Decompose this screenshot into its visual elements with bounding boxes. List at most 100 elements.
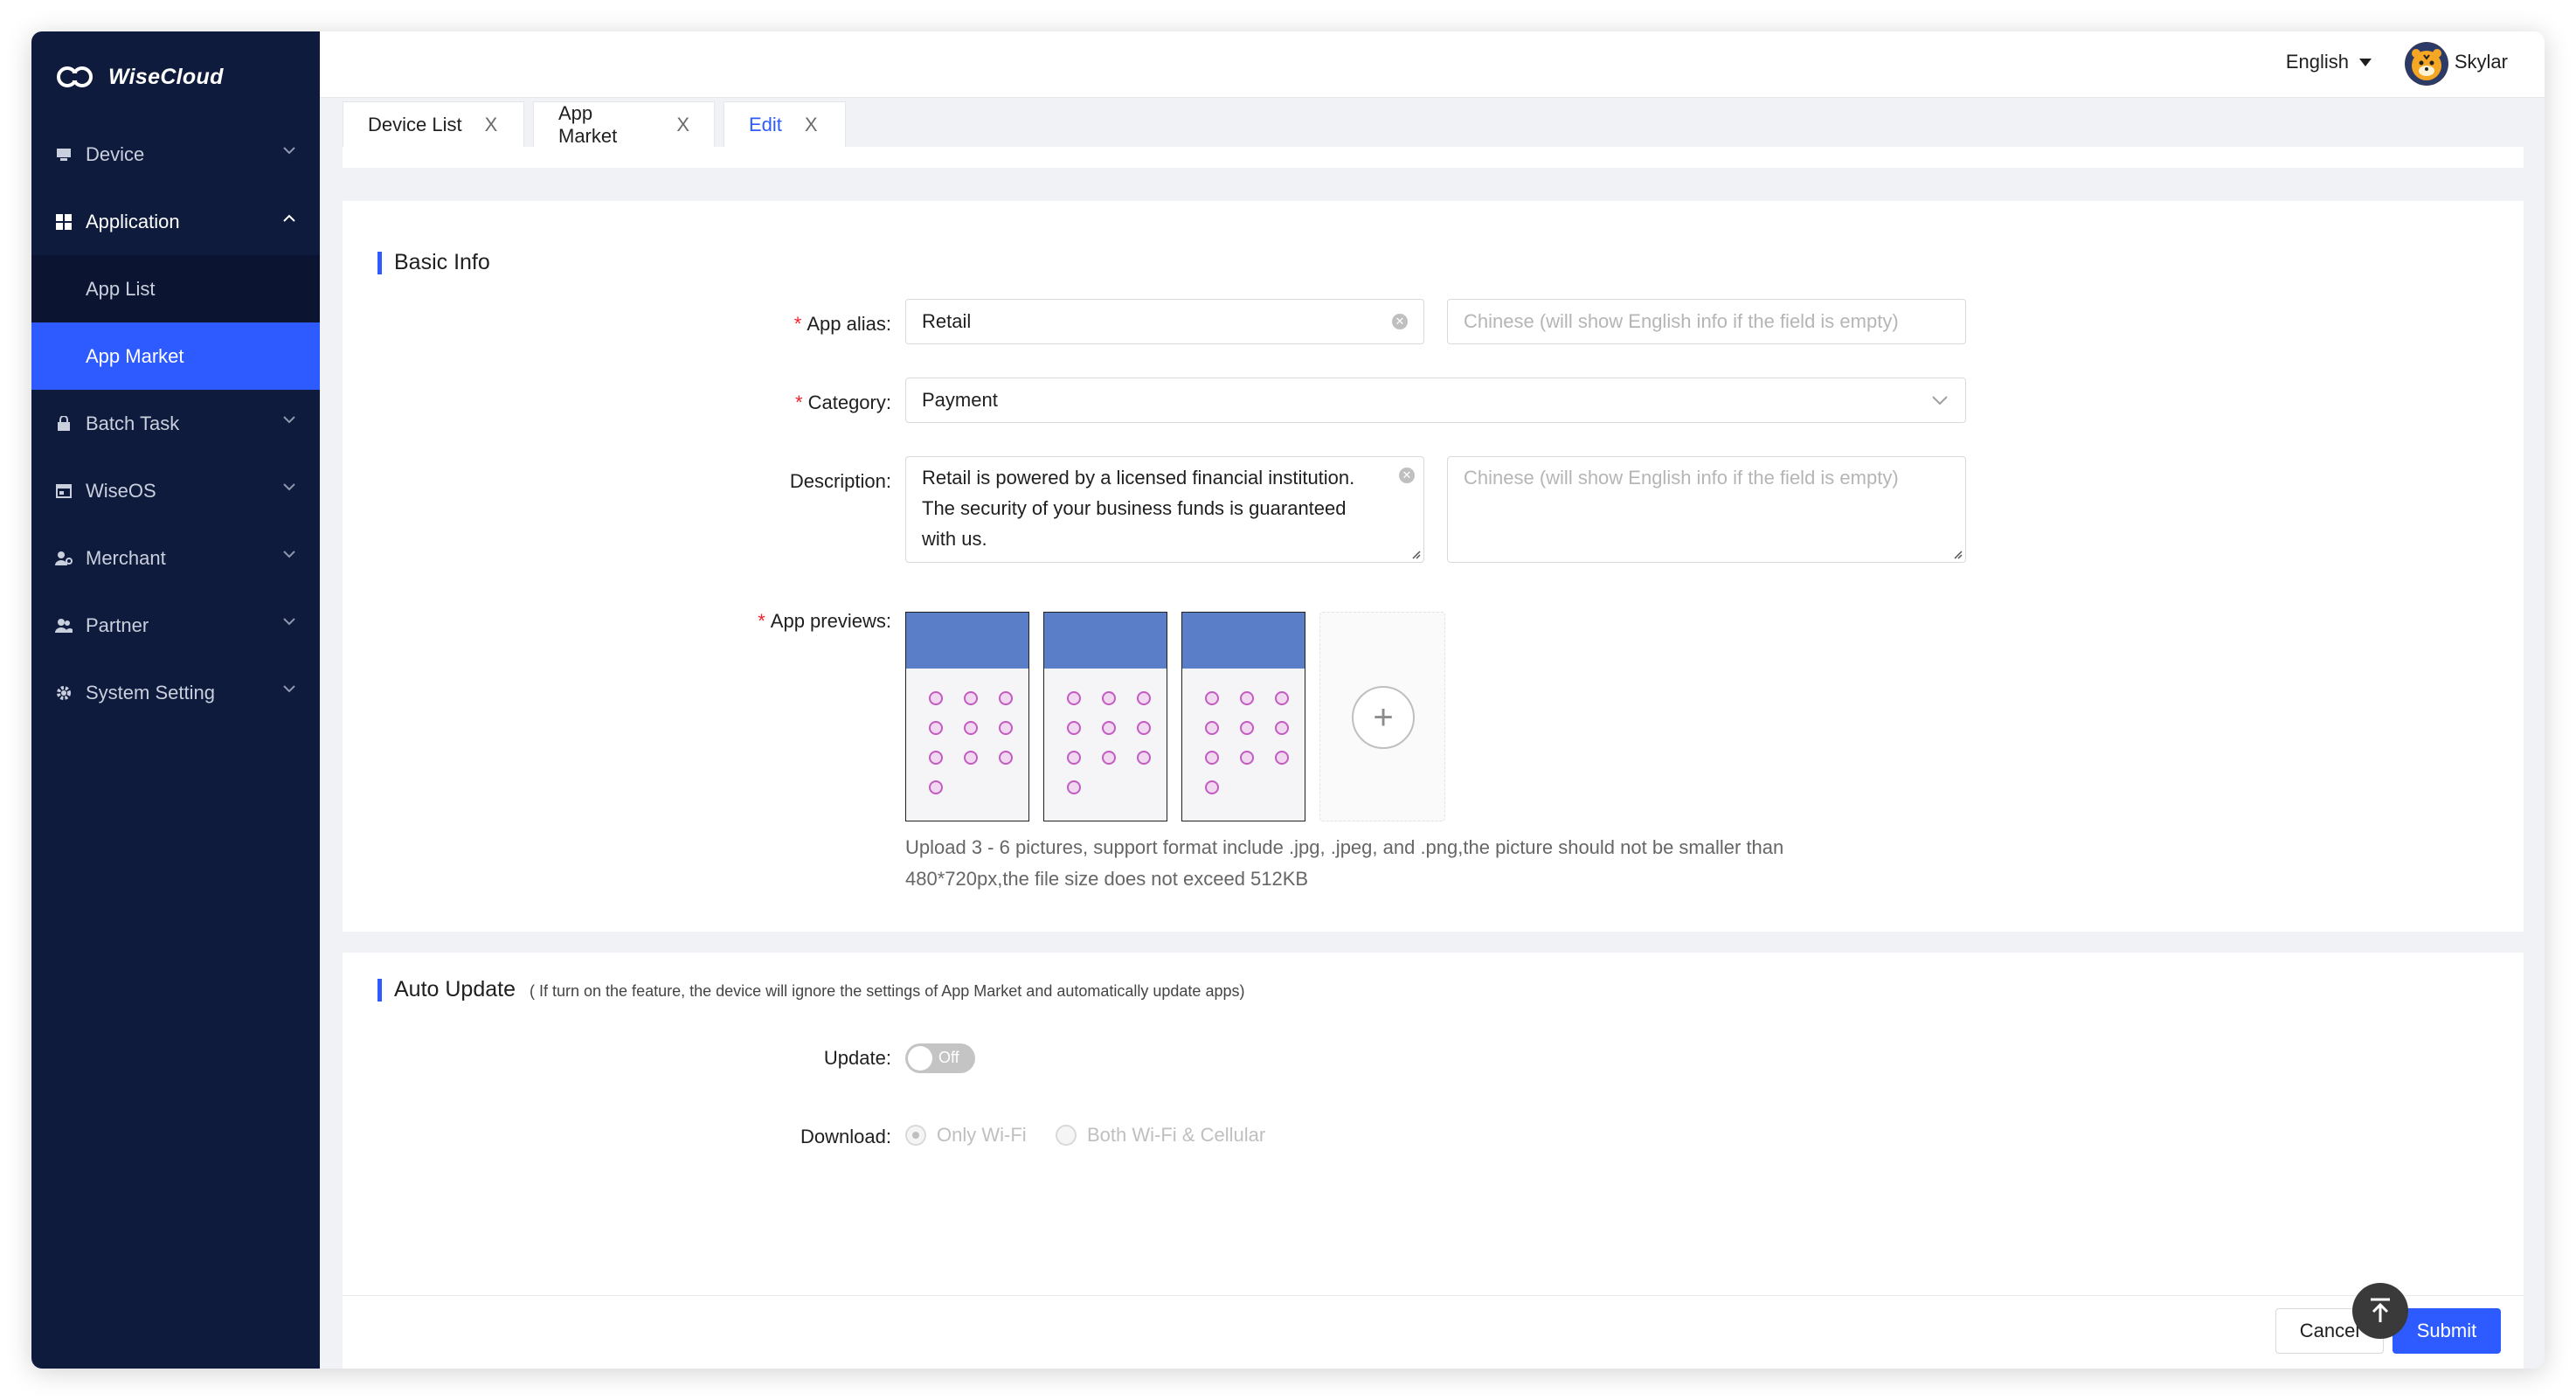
app-alias-input[interactable]: Retail ✕: [905, 299, 1424, 344]
preview-app-icon: [964, 691, 978, 705]
close-tab-icon[interactable]: X: [805, 114, 818, 136]
app-window: WiseCloud Device Application App List Ap…: [31, 31, 2545, 1369]
input-value: Retail: [922, 310, 972, 332]
partner-icon: [54, 616, 73, 635]
preview-app-icon: [1137, 691, 1151, 705]
tab-edit[interactable]: Edit X: [724, 101, 846, 147]
preview-app-icon: [1205, 751, 1219, 765]
sidebar-item-label: Merchant: [86, 546, 166, 569]
window-icon: [54, 482, 73, 501]
chevron-down-icon: [283, 147, 295, 155]
preview-app-icon: [1275, 721, 1289, 735]
sidebar-item-label: Application: [86, 210, 180, 232]
caret-down-icon: [2359, 58, 2372, 66]
tiger-avatar-icon: [2405, 42, 2448, 86]
resize-handle-icon[interactable]: [1410, 549, 1421, 559]
clear-icon[interactable]: ✕: [1399, 468, 1415, 483]
sidebar-item-label: WiseOS: [86, 479, 156, 502]
language-label: English: [2285, 51, 2349, 73]
sidebar-item-merchant[interactable]: Merchant: [31, 524, 320, 592]
preview-app-icon: [999, 751, 1013, 765]
sidebar-item-label: System Setting: [86, 681, 215, 703]
description-line: Retail is powered by a licensed financia…: [922, 467, 1355, 489]
auto-update-toggle[interactable]: Off: [905, 1043, 975, 1073]
update-label: Update:: [823, 1047, 891, 1069]
section-title-text: Basic Info: [394, 250, 490, 274]
back-to-top-button[interactable]: [2352, 1283, 2408, 1339]
preview-app-icon: [1205, 780, 1219, 794]
arrow-up-to-top-icon: [2371, 1298, 2390, 1322]
radio-only-wifi[interactable]: Only Wi-Fi: [905, 1124, 1027, 1147]
upload-hint: Upload 3 - 6 pictures, support format in…: [905, 832, 1989, 895]
tab-device-list[interactable]: Device List X: [343, 101, 524, 147]
sidebar-item-label: Device: [86, 142, 145, 165]
sidebar-item-system-setting[interactable]: System Setting: [31, 659, 320, 726]
close-tab-icon[interactable]: X: [676, 114, 689, 136]
description-line: The security of your business funds is g…: [922, 497, 1347, 519]
sidebar-subitem-app-market[interactable]: App Market: [31, 322, 320, 390]
category-select[interactable]: Payment: [905, 378, 1966, 423]
preview-app-icon: [1067, 780, 1081, 794]
sidebar-item-device[interactable]: Device: [31, 121, 320, 188]
sidebar-item-wiseos[interactable]: WiseOS: [31, 457, 320, 524]
preview-gallery: +: [905, 612, 1465, 821]
preview-app-icon: [1205, 721, 1219, 735]
sidebar-menu: Device Application App List App Market B…: [31, 121, 320, 726]
description-chinese-textarea[interactable]: Chinese (will show English info if the f…: [1447, 456, 1966, 563]
preview-app-icon: [1102, 751, 1116, 765]
device-icon: [54, 145, 73, 164]
radio-selected-icon: [905, 1125, 926, 1146]
app-alias-chinese-input[interactable]: Chinese (will show English info if the f…: [1447, 299, 1966, 344]
app-preview-thumbnail[interactable]: [1181, 612, 1305, 821]
avatar[interactable]: [2405, 42, 2448, 86]
auto-update-title: Auto Update ( If turn on the feature, th…: [377, 977, 1244, 1002]
scrolled-section-edge: [343, 147, 2524, 168]
sidebar-item-partner[interactable]: Partner: [31, 592, 320, 659]
preview-app-icon: [1240, 691, 1254, 705]
preview-app-icon: [964, 721, 978, 735]
tab-label: Device List: [368, 113, 462, 135]
sidebar-item-application[interactable]: Application: [31, 188, 320, 255]
sidebar-subitem-app-list[interactable]: App List: [31, 255, 320, 322]
description-textarea[interactable]: Retail is powered by a licensed financia…: [905, 456, 1424, 563]
label-text: Update: [823, 1047, 886, 1069]
preview-app-icon: [1102, 721, 1116, 735]
label-text: Category: [807, 392, 886, 413]
chevron-down-icon: [283, 416, 295, 424]
auto-update-card: Auto Update ( If turn on the feature, th…: [343, 953, 2524, 1295]
clear-icon[interactable]: ✕: [1392, 314, 1408, 329]
chevron-down-icon: [283, 483, 295, 491]
preview-app-icon: [1067, 751, 1081, 765]
chevron-down-icon: [283, 618, 295, 626]
preview-app-icon: [1137, 751, 1151, 765]
gear-icon: [54, 683, 73, 703]
lock-icon: [54, 414, 73, 433]
sidebar-item-batch-task[interactable]: Batch Task: [31, 390, 320, 457]
preview-header: [906, 613, 1028, 669]
submit-button[interactable]: Submit: [2392, 1308, 2501, 1354]
preview-app-icon: [1240, 751, 1254, 765]
download-label: Download:: [800, 1126, 891, 1147]
tab-label: Edit: [749, 113, 782, 135]
preview-header: [1182, 613, 1305, 669]
close-tab-icon[interactable]: X: [485, 114, 498, 136]
basic-info-card: Basic Info * App alias: Retail ✕ Chinese …: [343, 201, 2524, 932]
resize-handle-icon[interactable]: [1952, 549, 1963, 559]
preview-app-icon: [929, 780, 943, 794]
tab-app-market[interactable]: App Market X: [533, 101, 715, 147]
form-footer: Cancel Submit: [343, 1295, 2524, 1369]
app-preview-thumbnail[interactable]: [1043, 612, 1167, 821]
tab-bar: Device List X App Market X Edit X: [320, 98, 2545, 182]
required-mark: *: [793, 313, 802, 335]
user-name[interactable]: Skylar: [2455, 51, 2508, 73]
brand-logo[interactable]: WiseCloud: [54, 58, 224, 96]
wisecloud-logo-icon: [57, 66, 93, 87]
section-title-text: Auto Update: [394, 977, 516, 1001]
radio-label: Both Wi-Fi & Cellular: [1087, 1124, 1266, 1146]
radio-wifi-cellular[interactable]: Both Wi-Fi & Cellular: [1056, 1124, 1265, 1147]
app-preview-thumbnail[interactable]: [905, 612, 1029, 821]
upload-preview-button[interactable]: +: [1319, 612, 1445, 821]
chevron-down-icon: [283, 551, 295, 558]
language-select[interactable]: English: [2286, 51, 2372, 73]
toggle-knob: [908, 1046, 932, 1071]
